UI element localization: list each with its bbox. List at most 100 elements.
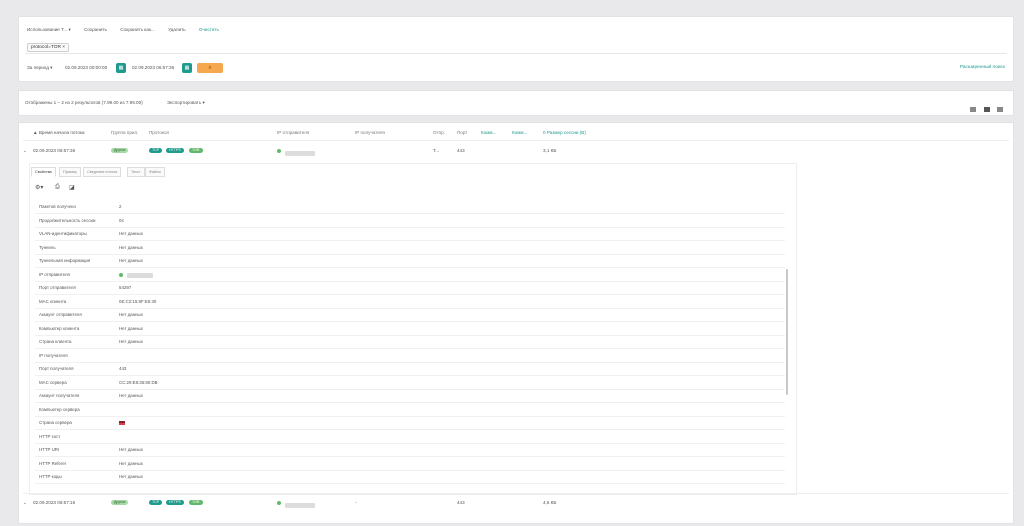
calendar-to-icon[interactable]: ▦ [182, 63, 192, 73]
property-divider [35, 469, 785, 471]
advanced-search-link[interactable]: Расширенный поиск [960, 65, 1005, 70]
period-dropdown[interactable]: За период ▾ [27, 63, 53, 72]
calendar-from-icon[interactable]: ▦ [116, 63, 126, 73]
status-dot [277, 501, 281, 505]
property-divider [35, 388, 785, 390]
col-sender[interactable]: Отпр. [433, 130, 445, 135]
property-label: HTTP URI [39, 447, 60, 452]
row-toggle-icon[interactable]: ⌄ [23, 500, 27, 506]
proto-badge-tor: TOR [189, 148, 203, 153]
property-divider [35, 375, 785, 376]
property-value: Нет данных [119, 393, 143, 398]
property-value: Нет данных [119, 231, 143, 236]
property-divider [35, 483, 785, 484]
delete-button[interactable]: Удалить [168, 27, 186, 32]
period-from-input[interactable]: 02.09.2023 00:00:00 [65, 63, 107, 72]
usage-dropdown[interactable]: Использование Т... ▾ [27, 27, 71, 32]
app-group-badge: Другое [111, 148, 129, 153]
col-start-time[interactable]: ▲ Время начала потока [33, 130, 85, 135]
results-bar: Отображены 1 – 2 из 2 результатов (7.99.… [18, 90, 1014, 116]
view-compact-icon[interactable] [997, 107, 1003, 112]
detail-scrollbar[interactable] [786, 269, 788, 395]
tab-properties[interactable]: Свойства [31, 167, 56, 177]
property-label: Страна клиента [39, 339, 72, 344]
ip-redacted [127, 272, 153, 278]
export-dropdown[interactable]: Экспортировать ▾ [167, 100, 205, 106]
row-toggle-icon[interactable]: ⌄ [23, 148, 27, 154]
query-tag[interactable]: protocol=TOR × [27, 43, 70, 52]
export-icon[interactable]: ◪ [69, 184, 75, 191]
property-label: Страна сервера [39, 420, 72, 425]
query-toolbar: Использование Т... ▾ Сохранить Сохранить… [27, 27, 231, 33]
property-divider [35, 321, 785, 322]
col-app-group[interactable]: Группа прил. [111, 130, 138, 135]
row-size: 3,1 КБ [543, 148, 557, 153]
col-dst-ip[interactable]: IP получателя [355, 130, 385, 135]
property-divider [35, 307, 785, 309]
tab-text[interactable]: Текст [127, 167, 145, 177]
property-label: Порт получателя [39, 366, 74, 371]
property-label: Пакетов получено [39, 204, 76, 209]
property-label: Компьютер клиента [39, 325, 80, 331]
row-time: 02.09.2023 06:57:16 [33, 500, 76, 505]
period-to-input[interactable]: 02.09.2023 06:57:36 [132, 63, 174, 72]
col-protocol[interactable]: Протокол [149, 130, 169, 135]
save-as-button[interactable]: Сохранить как... [120, 27, 155, 32]
property-divider [35, 267, 785, 268]
search-button[interactable]: ⌕ [197, 63, 223, 73]
property-divider [35, 226, 785, 228]
property-divider [35, 429, 785, 430]
col-comm-2[interactable]: Комм... [512, 130, 527, 135]
print-icon[interactable]: ⎙ [55, 184, 60, 191]
col-session-size[interactable]: 0 Размер сессии (B) [543, 130, 586, 135]
row-divider [23, 493, 1009, 494]
property-label: MAC клиента [39, 298, 67, 304]
property-value: Нет данных [119, 447, 143, 452]
col-comm-1[interactable]: Комм... [481, 130, 496, 135]
row-time: 02.09.2023 06:57:36 [33, 148, 76, 153]
property-divider [35, 213, 785, 214]
proto-badge-https: HTTPS [166, 500, 184, 505]
clear-button[interactable]: Очистить [199, 27, 219, 32]
property-divider [35, 361, 785, 363]
settings-icon[interactable]: ⚙▾ [35, 184, 43, 191]
status-dot [119, 272, 123, 277]
src-ip-redacted [285, 503, 315, 508]
row-sender: Т... [433, 148, 440, 153]
property-divider [35, 334, 785, 336]
dst-ip-icon: ◦ [355, 500, 357, 505]
view-list-icon[interactable] [983, 107, 990, 112]
property-value: 443 [119, 366, 127, 371]
property-value: 0E:C2:15:8F:E5:30 [119, 298, 157, 304]
property-label: Туннельная информация [39, 258, 91, 263]
property-value: CC:29:E8:35:80:DB [119, 379, 158, 385]
property-divider [35, 294, 785, 295]
property-value: 0s [119, 217, 124, 223]
tab-files[interactable]: Файлы [145, 167, 166, 177]
property-value: 54297 [119, 285, 132, 290]
tab-flow-info[interactable]: Сведения потока [83, 167, 122, 177]
app-group-badge: Другое [111, 500, 129, 505]
property-label: IP отправителя [39, 271, 70, 277]
property-label: HTTP коды [39, 474, 62, 479]
status-dot [277, 149, 281, 153]
src-ip-redacted [285, 151, 315, 156]
search-input-underline[interactable] [25, 53, 1007, 54]
property-value: Нет данных [119, 339, 143, 344]
search-panel: Использование Т... ▾ Сохранить Сохранить… [18, 16, 1014, 82]
save-button[interactable]: Сохранить [84, 27, 107, 32]
col-src-ip[interactable]: IP отправителя [277, 130, 309, 135]
property-divider [35, 253, 785, 255]
property-label: Продолжительность сессии [39, 217, 96, 223]
row-size: 4,6 КБ [543, 500, 557, 505]
property-label: Аккаунт отправителя [39, 312, 82, 317]
property-label: Аккаунт получателя [39, 393, 80, 398]
property-divider [35, 442, 785, 444]
view-mode-switcher [967, 99, 1003, 117]
property-divider [35, 456, 785, 457]
row-port: 443 [457, 148, 465, 153]
tab-example[interactable]: Пример [59, 167, 81, 177]
property-label: Порт отправителя [39, 285, 76, 290]
view-grid-icon[interactable] [970, 107, 977, 112]
col-port[interactable]: Порт [457, 130, 467, 135]
